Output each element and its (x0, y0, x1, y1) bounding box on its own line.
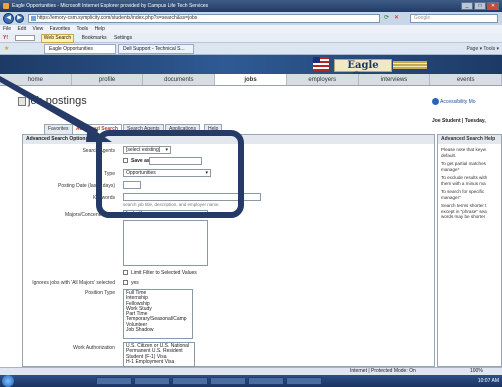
taskbar-item[interactable] (210, 377, 246, 385)
forward-button[interactable]: ▶ (15, 14, 24, 23)
user-info: Joe Student | Tuesday, (432, 118, 486, 124)
taskbar-item[interactable] (96, 377, 132, 385)
favorites-star-icon[interactable]: ★ (4, 45, 9, 52)
nav-events[interactable]: events (430, 74, 502, 85)
majors-selected-list[interactable] (123, 220, 208, 266)
work-authorization-list[interactable]: U.S. Citizen or U.S. National Permanent … (123, 342, 195, 367)
help-text: Search terms shorter t except in "phrase… (441, 203, 487, 219)
web-search-button[interactable]: Web Search (40, 34, 75, 43)
taskbar-item[interactable] (134, 377, 170, 385)
page-tools-menu[interactable]: Page ▾ Tools ▾ (467, 44, 499, 54)
position-type-option[interactable]: Job Shadow (126, 327, 190, 333)
ignore-all-majors-checkbox[interactable] (123, 280, 128, 285)
tab-label: Eagle Opportunities (49, 46, 93, 52)
tab-label: Dell Support - Technical S... (123, 46, 185, 52)
security-zone: Internet | Protected Mode: On (350, 368, 416, 374)
address-row: ◀ ▶ https://emory-csm.symplicity.com/stu… (0, 12, 502, 25)
help-header: Advanced Search Help (438, 135, 501, 144)
zoom-level[interactable]: 100% (470, 368, 483, 375)
help-text: To get partial matches manage* (441, 161, 486, 172)
menu-view[interactable]: View (32, 26, 43, 32)
tab-eagle-opportunities[interactable]: Eagle Opportunities (44, 44, 116, 54)
limit-filter-checkbox[interactable] (123, 270, 128, 275)
minimize-button[interactable]: _ (461, 2, 473, 10)
status-bar: Internet | Protected Mode: On 100% (0, 367, 502, 375)
taskbar-item[interactable] (248, 377, 284, 385)
toolbar: Y! Web Search Bookmarks Settings (0, 33, 502, 43)
flag-canton (313, 57, 320, 63)
refresh-icon[interactable]: ⟳ (384, 14, 389, 21)
taskbar-item[interactable] (286, 377, 322, 385)
menu-file[interactable]: File (3, 26, 11, 32)
taskbar-item[interactable] (172, 377, 208, 385)
nav-documents[interactable]: documents (143, 74, 216, 85)
ignore-all-majors-label: Ignores jobs with 'All Majors' selected (32, 280, 115, 286)
ignore-all-majors-value: yes (131, 280, 139, 286)
arrow-shaft (0, 76, 98, 138)
browser-tab-row: ★ Eagle Opportunities Dell Support - Tec… (0, 43, 502, 55)
work-authorization-label: Work Authorization (73, 345, 115, 351)
taskbar-clock: 10:07 AM (477, 378, 499, 384)
site-logo[interactable]: Eagle Ops (334, 59, 392, 82)
toolbar-search-input[interactable] (15, 34, 36, 41)
address-bar[interactable]: https://emory-csm.symplicity.com/student… (28, 14, 380, 23)
window-title: Eagle Opportunities - Microsoft Internet… (12, 3, 209, 9)
settings-button[interactable]: Settings (114, 35, 132, 41)
work-auth-option[interactable]: H-1 Employment Visa (126, 359, 192, 365)
maximize-button[interactable]: □ (474, 2, 486, 10)
search-input[interactable]: Google (410, 14, 498, 23)
position-type-label: Position Type (85, 290, 115, 296)
taskbar: 10:07 AM (0, 375, 502, 387)
yahoo-icon[interactable]: Y! (3, 35, 8, 41)
help-text: To search for specific manager" (441, 189, 485, 200)
window-title-bar: Eagle Opportunities - Microsoft Internet… (0, 0, 502, 12)
help-panel: Advanced Search Help Please note that ke… (437, 134, 502, 367)
tab-dell-support[interactable]: Dell Support - Technical S... (118, 44, 194, 54)
stop-icon[interactable]: ✕ (394, 14, 399, 21)
highlight-callout (96, 130, 244, 218)
help-text: To exclude results with them with a minu… (441, 175, 488, 186)
position-type-list[interactable]: Full Time Internship Fellowship Work Stu… (123, 289, 193, 339)
limit-filter-label: Limit Filter to Selected Values (131, 270, 197, 276)
menu-help[interactable]: Help (95, 26, 105, 32)
start-button[interactable] (2, 375, 14, 387)
nav-interviews[interactable]: interviews (359, 74, 431, 85)
accessibility-icon[interactable] (432, 98, 439, 105)
search-placeholder: Google (414, 15, 431, 21)
page-icon (31, 16, 36, 21)
logo-stripes (393, 61, 427, 69)
bookmarks-button[interactable]: Bookmarks (82, 35, 107, 41)
help-text: Please note that keyw default. (441, 147, 486, 158)
menu-edit[interactable]: Edit (17, 26, 26, 32)
menu-favorites[interactable]: Favorites (50, 26, 71, 32)
browser-icon (3, 3, 9, 9)
accessibility-link[interactable]: Accessibility Mo (440, 99, 476, 105)
menu-bar: File Edit View Favorites Tools Help (0, 25, 502, 33)
menu-tools[interactable]: Tools (76, 26, 88, 32)
address-url: https://emory-csm.symplicity.com/student… (37, 15, 198, 21)
back-button[interactable]: ◀ (3, 13, 14, 24)
close-button[interactable]: ✕ (487, 2, 499, 10)
nav-employers[interactable]: employers (287, 74, 359, 85)
nav-jobs[interactable]: jobs (215, 74, 287, 85)
